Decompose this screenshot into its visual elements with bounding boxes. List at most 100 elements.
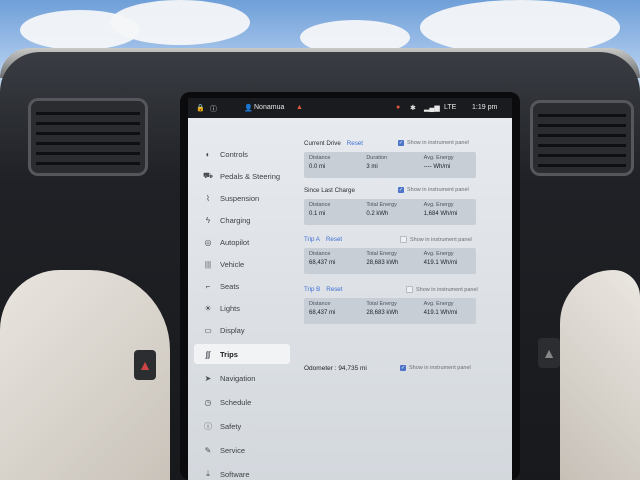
record-icon: ●	[396, 104, 401, 111]
cloud	[420, 0, 620, 55]
checkbox-label: Show in instrument panel	[409, 365, 471, 371]
suspension-icon: ⌇	[206, 193, 210, 203]
sidebar-item-label: Trips	[220, 349, 238, 359]
hazard-button-icon[interactable]: ▲	[134, 350, 156, 380]
seat-icon: ⌐	[205, 281, 211, 291]
sidebar-item-label: Schedule	[220, 397, 252, 407]
section-title: Current Drive	[304, 140, 341, 147]
sidebar-item-vehicle[interactable]: ||| Vehicle	[194, 254, 290, 274]
checkbox-label: Show in instrument panel	[416, 286, 478, 293]
lte-icon: LTE	[444, 104, 457, 111]
wrench-icon: ✎	[204, 445, 212, 455]
sidebar-item-label: Lights	[220, 303, 241, 313]
trip-a-reset-button[interactable]: Reset	[326, 236, 342, 243]
left-air-vent	[28, 98, 148, 176]
checkbox-unchecked-icon	[406, 286, 413, 293]
stat-avg-energy: Avg. Energy 1,684 Wh/mi	[419, 199, 476, 225]
car-icon: ⛟	[202, 171, 214, 180]
sidebar-item-label: Display	[220, 325, 245, 335]
trip-b-stats: Distance 68,437 mi Total Energy 28,683 kWh…	[304, 298, 476, 324]
current-drive-show-checkbox[interactable]: ✓ Show in instrument panel	[398, 140, 469, 146]
trips-icon: ∫∫	[205, 349, 211, 359]
bluetooth-icon: ✱	[410, 105, 416, 112]
sidebar-item-schedule[interactable]: ◷ Schedule	[194, 392, 290, 412]
odometer-readout: Odometer : 94,735 mi	[304, 365, 367, 372]
stat-value: 0.1 mi	[309, 211, 326, 217]
right-button-icon[interactable]: ▲	[538, 338, 560, 368]
right-seat	[560, 270, 640, 480]
toggle-icon: ◐	[205, 149, 211, 159]
stat-value: 28,683 kWh	[366, 310, 399, 316]
since-last-charge-stats: Distance 0.1 mi Total Energy 0.2 kWh Avg. …	[304, 199, 476, 225]
since-last-charge-show-checkbox[interactable]: ✓ Show in instrument panel	[398, 187, 469, 193]
sidebar-item-trips[interactable]: ∫∫ Trips	[194, 344, 290, 364]
sidebar-item-label: Safety	[220, 421, 242, 431]
stat-value: 1,684 Wh/mi	[423, 211, 458, 217]
stat-value: 0.0 mi	[309, 164, 326, 170]
checkbox-checked-icon: ✓	[398, 187, 404, 193]
stat-label: Total Energy	[366, 251, 397, 257]
sidebar-item-label: Navigation	[220, 373, 256, 383]
clock-icon: ◷	[204, 397, 212, 407]
sidebar-item-pedals-steering[interactable]: ⛟ Pedals & Steering	[194, 166, 290, 186]
stat-avg-energy: Avg. Energy 419.1 Wh/mi	[419, 248, 476, 274]
stat-value: 0.2 kWh	[366, 211, 389, 217]
trip-a-show-checkbox[interactable]: Show in instrument panel	[400, 236, 472, 243]
settings-sidebar: ◐ Controls ⛟ Pedals & Steering ⌇ Suspension…	[188, 118, 292, 480]
signal-icon: ▂▄▆	[424, 105, 440, 112]
stat-label: Distance	[309, 155, 331, 161]
sidebar-item-autopilot[interactable]: ◎ Autopilot	[194, 232, 290, 252]
download-icon: ⤓	[206, 469, 210, 478]
section-title: Trip A	[304, 236, 320, 243]
sidebar-item-software[interactable]: ⤓ Software	[194, 464, 290, 480]
stat-avg-energy: Avg. Energy 419.1 Wh/mi	[419, 298, 476, 324]
stat-label: Total Energy	[366, 301, 397, 307]
alert-icon[interactable]: ⓘ	[210, 104, 217, 114]
stat-distance: Distance 0.1 mi	[304, 199, 361, 225]
stat-label: Avg. Energy	[423, 301, 454, 307]
stat-total-energy: Total Energy 28,683 kWh	[361, 248, 418, 274]
sidebar-item-safety[interactable]: ⓘ Safety	[194, 416, 290, 436]
stat-value: 68,437 mi	[309, 260, 336, 266]
checkbox-unchecked-icon	[400, 236, 407, 243]
stat-avg-energy: Avg. Energy ---- Wh/mi	[419, 152, 476, 178]
stat-value: 28,683 kWh	[366, 260, 399, 266]
profile-name[interactable]: Nonamua	[254, 104, 284, 111]
settings-body: ◐ Controls ⛟ Pedals & Steering ⌇ Suspension…	[188, 118, 512, 480]
status-bar: 🔒 ⓘ 👤 Nonamua ▲ ● ✱ ▂▄▆ LTE 1:19 pm	[188, 98, 512, 118]
trip-b-header: Trip B Reset	[304, 286, 342, 293]
trips-panel: Current Drive Reset ✓ Show in instrument…	[298, 118, 508, 480]
sidebar-item-navigation[interactable]: ➤ Navigation	[194, 368, 290, 388]
trip-a-stats: Distance 68,437 mi Total Energy 28,683 kWh…	[304, 248, 476, 274]
sidebar-item-controls[interactable]: ◐ Controls	[194, 144, 290, 164]
stat-label: Total Energy	[366, 202, 397, 208]
sidebar-item-lights[interactable]: ☀ Lights	[194, 298, 290, 318]
sidebar-item-display[interactable]: ▭ Display	[194, 320, 290, 340]
sidebar-item-label: Software	[220, 469, 250, 479]
checkbox-label: Show in instrument panel	[407, 187, 469, 193]
bolt-icon: ϟ	[205, 215, 211, 225]
trip-b-show-checkbox[interactable]: Show in instrument panel	[406, 286, 478, 293]
checkbox-label: Show in instrument panel	[407, 140, 469, 146]
stat-label: Avg. Energy	[423, 202, 454, 208]
trip-b-reset-button[interactable]: Reset	[326, 286, 342, 293]
stat-label: Duration	[366, 155, 388, 161]
sidebar-item-label: Service	[220, 445, 246, 455]
right-air-vent	[530, 100, 634, 176]
display-icon: ▭	[204, 325, 212, 335]
lock-icon[interactable]: 🔒	[196, 104, 205, 112]
current-drive-header: Current Drive Reset	[304, 140, 363, 147]
sidebar-item-charging[interactable]: ϟ Charging	[194, 210, 290, 230]
sidebar-item-seats[interactable]: ⌐ Seats	[194, 276, 290, 296]
odometer-show-checkbox[interactable]: ✓ Show in instrument panel	[400, 365, 471, 371]
sidebar-item-service[interactable]: ✎ Service	[194, 440, 290, 460]
trip-a-header: Trip A Reset	[304, 236, 342, 243]
profile-icon[interactable]: 👤	[244, 104, 253, 112]
checkbox-checked-icon: ✓	[400, 365, 406, 371]
clock-time: 1:19 pm	[472, 104, 498, 111]
sidebar-item-label: Vehicle	[220, 259, 245, 269]
stat-value: 3 mi	[366, 164, 378, 170]
current-drive-reset-button[interactable]: Reset	[347, 140, 363, 147]
safety-icon: ⓘ	[204, 421, 212, 431]
sidebar-item-suspension[interactable]: ⌇ Suspension	[194, 188, 290, 208]
